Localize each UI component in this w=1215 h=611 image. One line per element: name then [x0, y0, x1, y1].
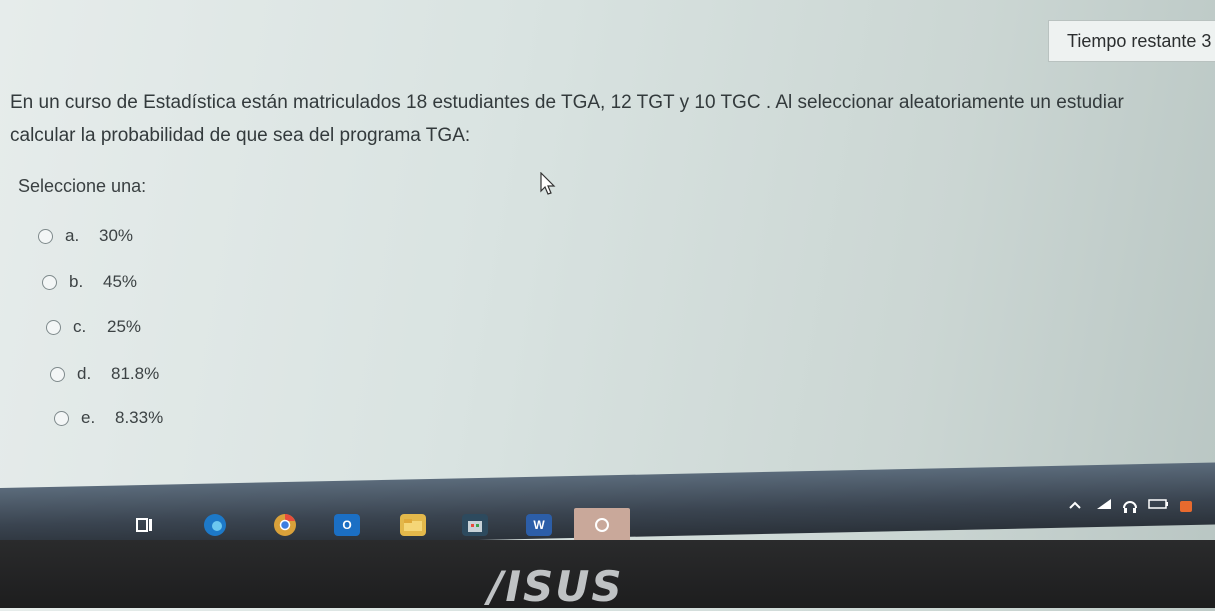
network-icon[interactable]	[1096, 498, 1112, 513]
radio-icon[interactable]	[54, 410, 69, 426]
camera-icon[interactable]	[574, 508, 630, 542]
option-letter: d.	[77, 364, 92, 383]
word-icon[interactable]: W	[526, 514, 552, 536]
option-b[interactable]: b. 45%	[42, 272, 137, 292]
radio-icon[interactable]	[46, 319, 61, 335]
asus-logo: /ISUS	[488, 562, 624, 611]
question-text: En un curso de Estadística están matricu…	[10, 86, 1215, 152]
option-letter: b.	[69, 272, 84, 291]
option-letter: c.	[73, 317, 87, 336]
select-one-prompt: Seleccione una:	[18, 176, 147, 196]
battery-icon[interactable]	[1148, 498, 1170, 513]
outlook-icon[interactable]: O	[334, 514, 360, 536]
option-value: 25%	[107, 317, 142, 336]
security-icon[interactable]	[1178, 498, 1194, 517]
option-value: 30%	[99, 226, 134, 245]
option-value: 81.8%	[111, 364, 160, 383]
task-view-icon[interactable]	[132, 514, 158, 536]
edge-icon[interactable]	[202, 514, 228, 536]
option-e[interactable]: e. 8.33%	[54, 408, 163, 428]
option-letter: e.	[81, 408, 96, 427]
radio-icon[interactable]	[42, 274, 57, 290]
radio-icon[interactable]	[38, 228, 53, 244]
option-value: 8.33%	[115, 408, 164, 427]
word-glyph: W	[533, 518, 545, 532]
chrome-icon[interactable]	[272, 514, 298, 536]
time-remaining-label: Tiempo restante 3	[1067, 30, 1212, 51]
tray-chevron-up-icon[interactable]	[1068, 498, 1082, 513]
option-c[interactable]: c. 25%	[46, 317, 141, 337]
store-icon[interactable]	[462, 514, 488, 536]
headset-icon[interactable]	[1122, 498, 1138, 517]
option-d[interactable]: d. 81.8%	[50, 364, 159, 384]
option-value: 45%	[103, 272, 138, 291]
file-explorer-icon[interactable]	[400, 514, 426, 536]
option-a[interactable]: a. 30%	[38, 226, 133, 246]
mouse-cursor-icon	[540, 172, 556, 195]
radio-icon[interactable]	[50, 366, 65, 382]
outlook-glyph: O	[342, 518, 352, 532]
time-remaining-box: Tiempo restante 3	[1048, 20, 1215, 62]
question-line-2: calcular la probabilidad de que sea del …	[10, 125, 471, 146]
option-letter: a.	[65, 226, 80, 245]
question-line-1: En un curso de Estadística están matricu…	[10, 92, 1124, 113]
